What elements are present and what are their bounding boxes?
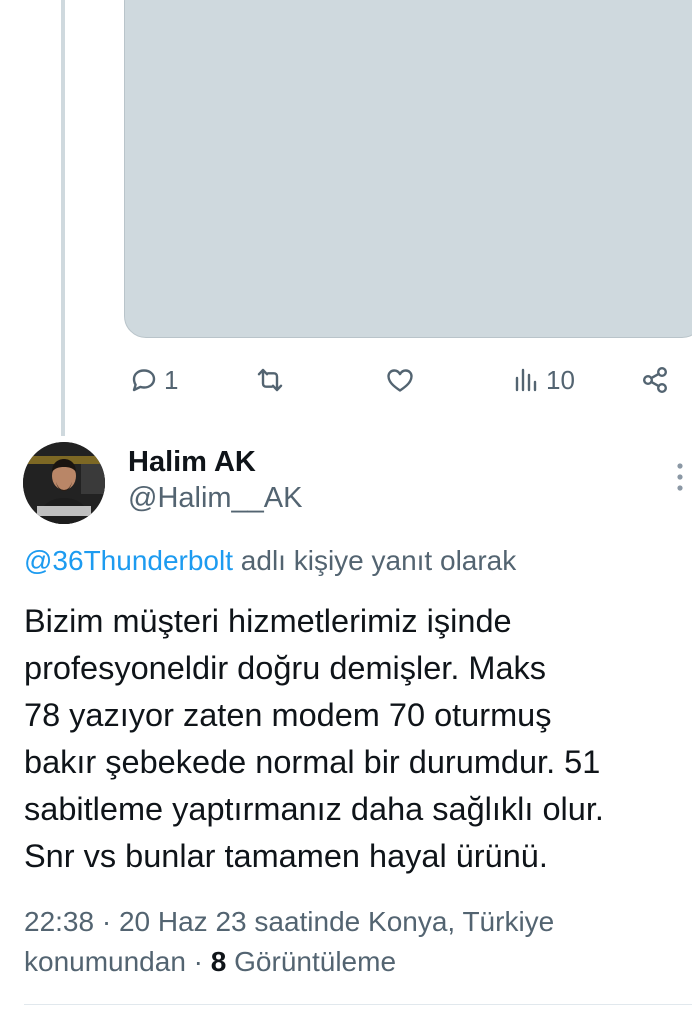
location-suffix: konumundan · bbox=[24, 946, 211, 977]
divider bbox=[24, 1004, 692, 1005]
retweet-icon bbox=[257, 368, 283, 392]
reply-to-suffix: adlı kişiye yanıt olarak bbox=[233, 545, 517, 576]
tweet-views-count[interactable]: 8 bbox=[211, 946, 227, 977]
views-label: Görüntüleme bbox=[226, 946, 397, 977]
views-count: 10 bbox=[546, 364, 575, 395]
heart-icon bbox=[387, 369, 413, 392]
views-line: konumundan · 8 Görüntüleme bbox=[24, 942, 684, 982]
reply-button[interactable]: 1 bbox=[128, 358, 178, 402]
author-handle[interactable]: @Halim__AK bbox=[128, 482, 303, 515]
tweet-body: Bizim müşteri hizmetlerimiz işinde profe… bbox=[24, 598, 688, 880]
tweet-text-line: sabitleme yaptırmanız daha sağlıklı olur… bbox=[24, 791, 604, 827]
tweet-text-line: 78 yazıyor zaten modem 70 oturmuş bbox=[24, 697, 552, 733]
views-button[interactable]: 10 bbox=[510, 358, 575, 402]
views-chart-icon bbox=[515, 368, 537, 392]
replying-to-line: @36Thunderbolt adlı kişiye yanıt olarak bbox=[24, 545, 516, 577]
share-button[interactable] bbox=[639, 358, 671, 402]
author-avatar[interactable] bbox=[23, 442, 105, 524]
more-options-button[interactable] bbox=[672, 462, 688, 492]
share-icon bbox=[642, 366, 668, 394]
like-button[interactable] bbox=[384, 358, 420, 402]
parent-tweet-action-bar: 1 10 bbox=[0, 358, 692, 402]
tweet-text-line: Snr vs bunlar tamamen hayal ürünü. bbox=[24, 838, 548, 874]
reply-count: 1 bbox=[164, 364, 179, 395]
parent-tweet-media[interactable] bbox=[124, 0, 692, 338]
tweet-text-line: bakır şebekede normal bir durumdur. 51 bbox=[24, 744, 601, 780]
reply-icon bbox=[132, 369, 156, 392]
avatar-photo bbox=[23, 442, 105, 524]
reply-mention-link[interactable]: @36Thunderbolt bbox=[24, 545, 233, 576]
author-name[interactable]: Halim AK bbox=[128, 446, 256, 479]
tweet-text-line: Bizim müşteri hizmetlerimiz işinde bbox=[24, 603, 512, 639]
timestamp-location[interactable]: 22:38 · 20 Haz 23 saatinde Konya, Türkiy… bbox=[24, 902, 684, 942]
tweet-metadata: 22:38 · 20 Haz 23 saatinde Konya, Türkiy… bbox=[24, 902, 684, 982]
tweet-text-line: profesyoneldir doğru demişler. Maks bbox=[24, 650, 547, 686]
retweet-button[interactable] bbox=[254, 358, 290, 402]
more-vertical-icon bbox=[677, 463, 683, 491]
